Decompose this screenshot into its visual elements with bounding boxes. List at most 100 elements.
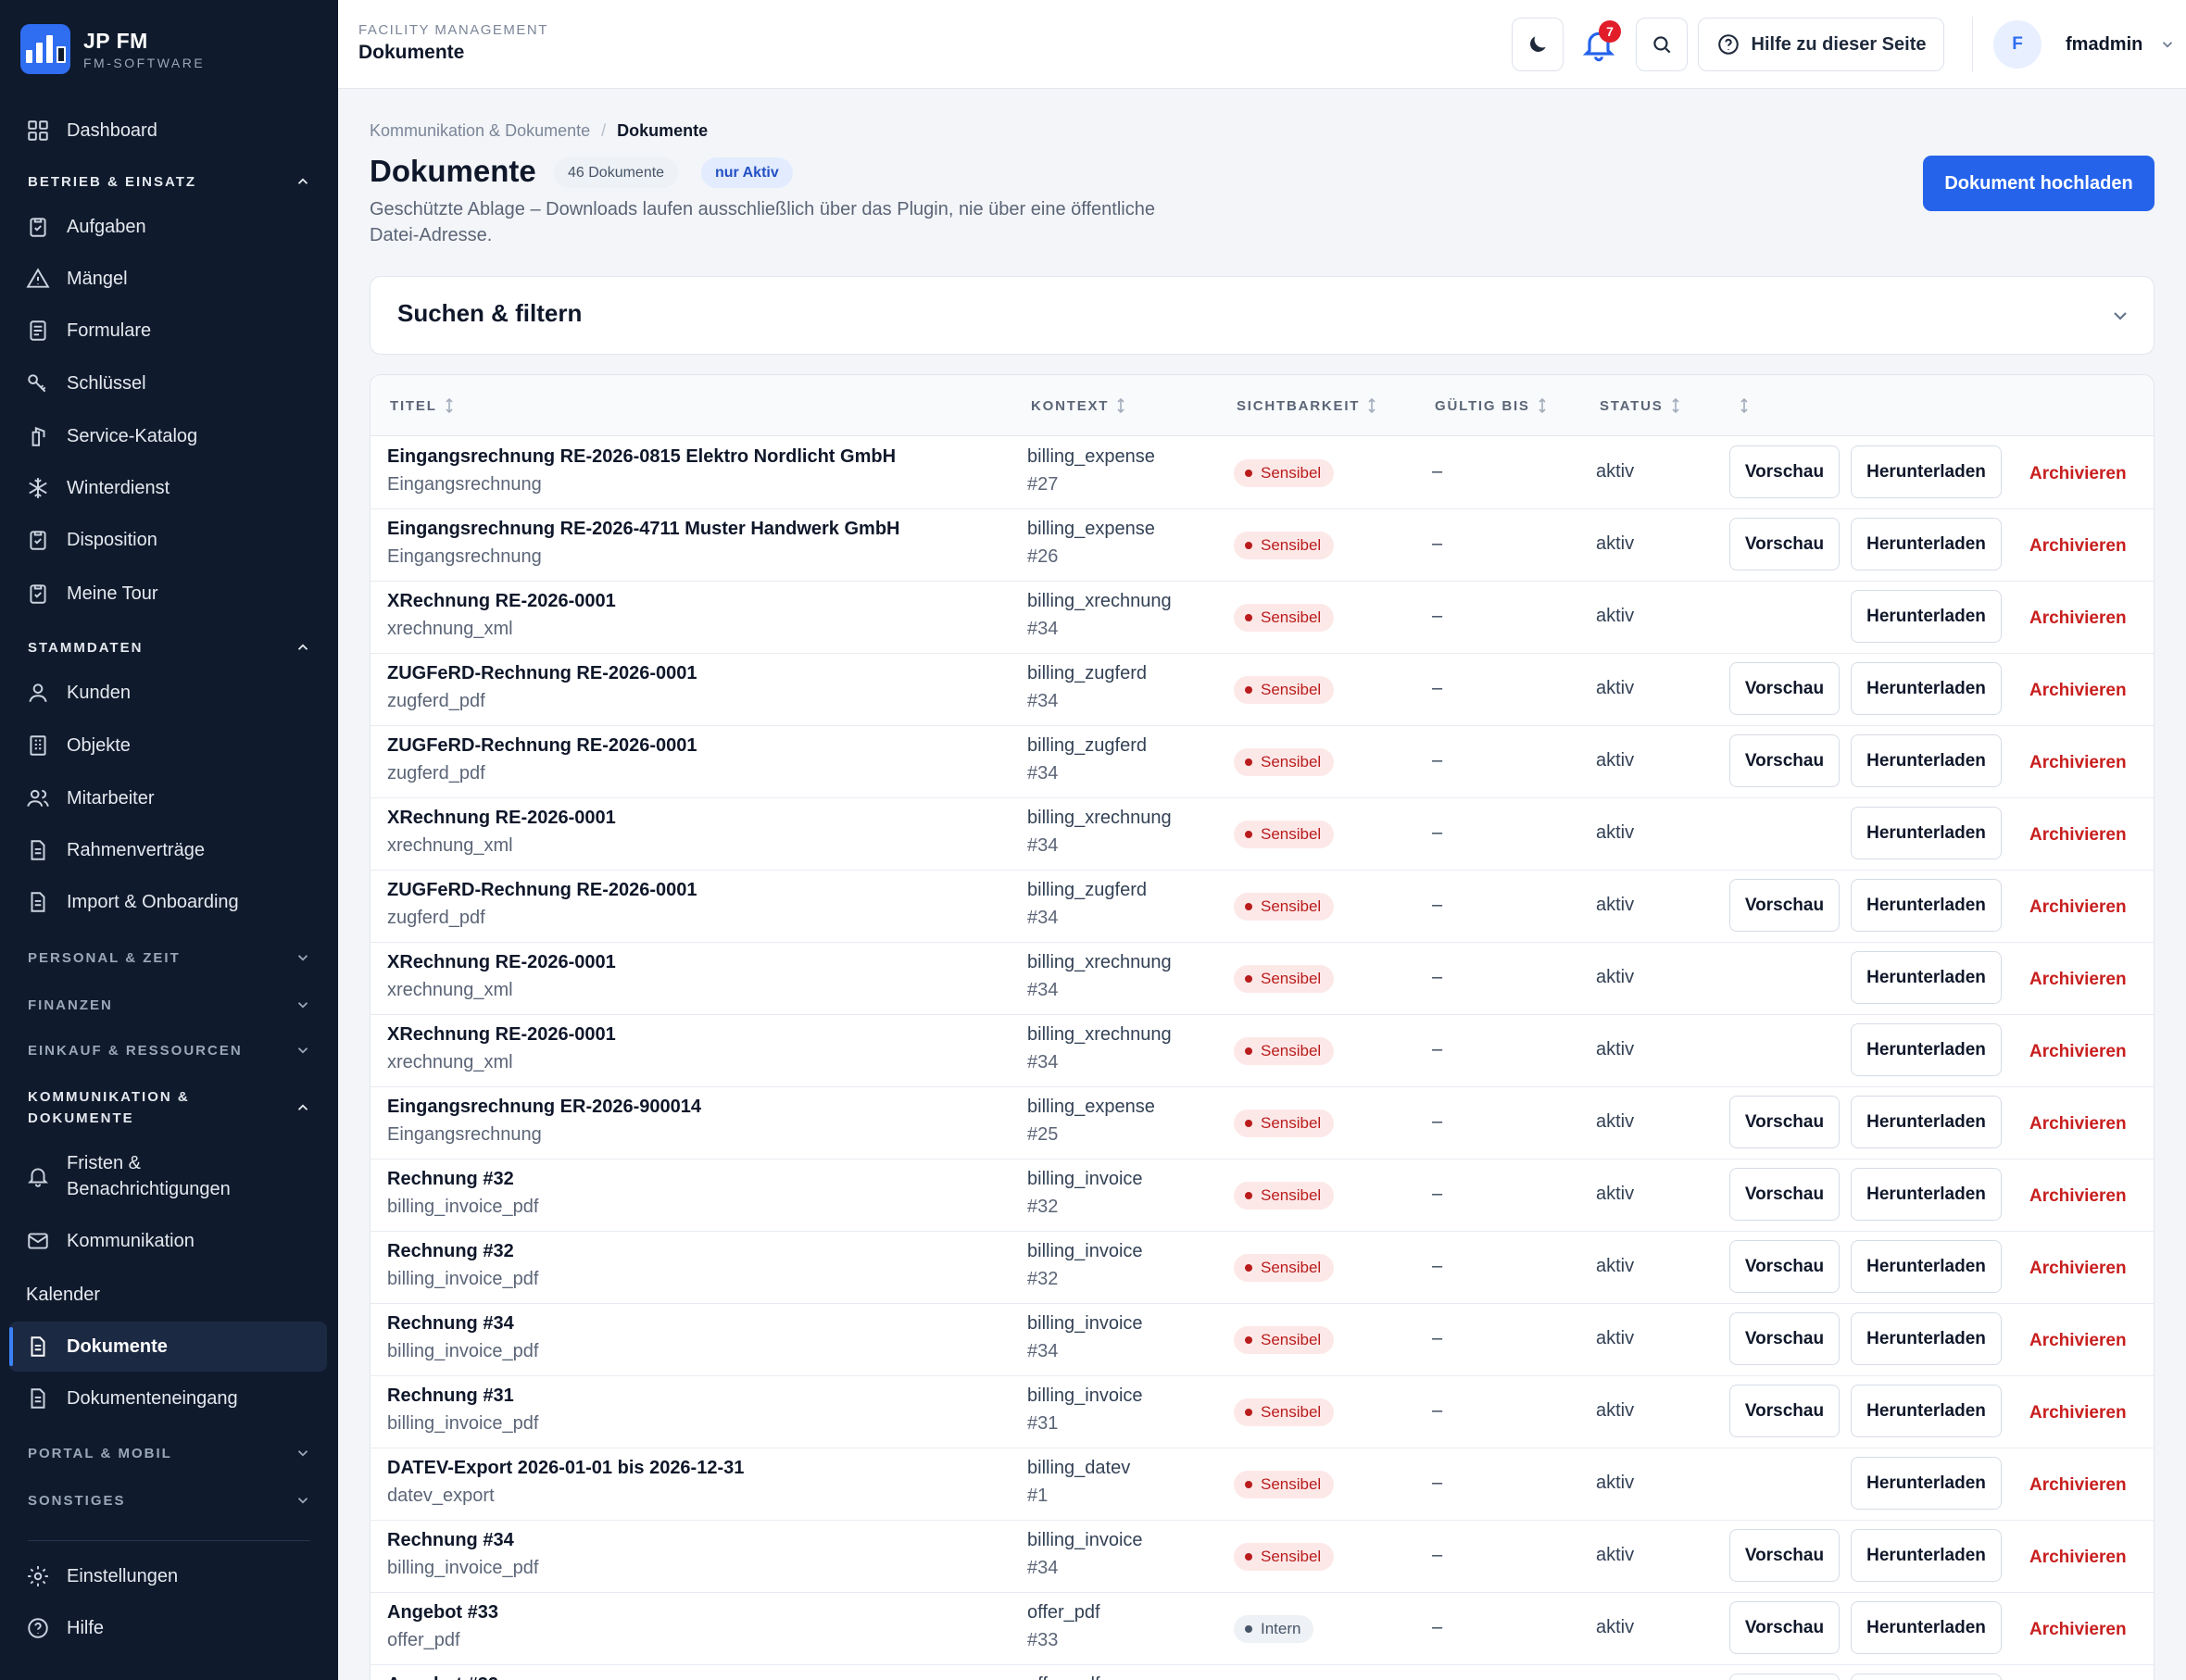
table-row[interactable]: Rechnung #32 billing_invoice_pdf billing_i… — [371, 1232, 2154, 1304]
download-button[interactable]: Herunterladen — [1851, 445, 2002, 498]
table-row[interactable]: Eingangsrechnung RE-2026-4711 Muster Han… — [371, 509, 2154, 582]
preview-button[interactable]: Vorschau — [1729, 518, 1840, 570]
user-menu[interactable]: F fmadmin — [1993, 20, 2176, 69]
download-button[interactable]: Herunterladen — [1851, 1312, 2002, 1365]
document-title[interactable]: XRechnung RE-2026-0001 — [387, 591, 616, 612]
table-row[interactable]: Angebot #32offer_pdfoffer_pdf#32Intern–a… — [371, 1665, 2154, 1680]
sidebar-item-kommunikation[interactable]: Kommunikation — [9, 1216, 327, 1266]
preview-button[interactable]: Vorschau — [1729, 662, 1840, 715]
download-button[interactable]: Herunterladen — [1851, 518, 2002, 570]
archive-button[interactable]: Archivieren — [2029, 1331, 2127, 1351]
download-button[interactable]: Herunterladen — [1851, 879, 2002, 932]
document-title[interactable]: Rechnung #32 — [387, 1169, 514, 1190]
preview-button[interactable]: Vorschau — [1729, 1601, 1840, 1654]
archive-button[interactable]: Archivieren — [2029, 897, 2127, 918]
sidebar-item-schluessel[interactable]: Schlüssel — [9, 358, 327, 408]
download-button[interactable]: Herunterladen — [1851, 1457, 2002, 1510]
section-sonstiges[interactable]: SONSTIGES — [28, 1492, 311, 1509]
sidebar-item-winterdienst[interactable]: Winterdienst — [9, 463, 327, 513]
brand[interactable]: JP FM FM-SOFTWARE — [20, 24, 205, 74]
download-button[interactable]: Herunterladen — [1851, 1023, 2002, 1076]
archive-button[interactable]: Archivieren — [2029, 536, 2127, 557]
sidebar-item-objekte[interactable]: Objekte — [9, 721, 327, 771]
download-button[interactable]: Herunterladen — [1851, 590, 2002, 643]
archive-button[interactable]: Archivieren — [2029, 1475, 2127, 1496]
sidebar-item-maengel[interactable]: Mängel — [9, 254, 327, 304]
sidebar-item-aufgaben[interactable]: Aufgaben — [9, 202, 327, 252]
table-row[interactable]: ZUGFeRD-Rechnung RE-2026-0001 zugferd_pdf… — [371, 654, 2154, 726]
sidebar-item-dokumente[interactable]: Dokumente — [9, 1322, 327, 1372]
column-header-kontext[interactable]: KONTEXT — [1031, 397, 1125, 414]
sidebar-item-hilfe[interactable]: Hilfe — [9, 1603, 327, 1653]
column-header-gueltig-bis[interactable]: GÜLTIG BIS — [1435, 397, 1547, 414]
section-stammdaten[interactable]: STAMMDATEN — [28, 639, 311, 656]
notifications-button[interactable]: 7 — [1573, 19, 1625, 70]
document-title[interactable]: XRechnung RE-2026-0001 — [387, 952, 616, 973]
download-button[interactable]: Herunterladen — [1851, 662, 2002, 715]
sidebar-item-dashboard[interactable]: Dashboard — [9, 106, 327, 156]
table-row[interactable]: Angebot #33 offer_pdf offer_pdf #33 Intern – a… — [371, 1593, 2154, 1665]
table-row[interactable]: ZUGFeRD-Rechnung RE-2026-0001 zugferd_pdf… — [371, 871, 2154, 943]
sidebar-item-service-katalog[interactable]: Service-Katalog — [9, 411, 327, 461]
archive-button[interactable]: Archivieren — [2029, 608, 2127, 629]
document-title[interactable]: Eingangsrechnung ER-2026-900014 — [387, 1097, 701, 1118]
archive-button[interactable]: Archivieren — [2029, 1620, 2127, 1640]
sidebar-item-kalender[interactable]: Kalender — [9, 1270, 327, 1320]
sidebar-item-meine-tour[interactable]: Meine Tour — [9, 569, 327, 619]
document-title[interactable]: Rechnung #31 — [387, 1385, 514, 1407]
document-title[interactable]: Angebot #32 — [387, 1674, 498, 1680]
sidebar-item-mitarbeiter[interactable]: Mitarbeiter — [9, 773, 327, 823]
table-row[interactable]: XRechnung RE-2026-0001 xrechnung_xml billi… — [371, 1015, 2154, 1087]
table-row[interactable]: Eingangsrechnung ER-2026-900014 Eingangsr… — [371, 1087, 2154, 1160]
sidebar-item-rahmenvertraege[interactable]: Rahmenverträge — [9, 825, 327, 875]
dark-mode-toggle[interactable] — [1512, 18, 1564, 71]
archive-button[interactable]: Archivieren — [2029, 970, 2127, 990]
download-button[interactable]: Herunterladen — [1851, 734, 2002, 787]
column-header-titel[interactable]: TITEL — [390, 397, 454, 414]
preview-button[interactable]: Vorschau — [1729, 1312, 1840, 1365]
section-einkauf-ressourcen[interactable]: EINKAUF & RESSOURCEN — [28, 1042, 311, 1059]
table-row[interactable]: Eingangsrechnung RE-2026-0815 Elektro No… — [371, 437, 2154, 509]
upload-document-button[interactable]: Dokument hochladen — [1923, 156, 2155, 211]
search-filter-panel[interactable]: Suchen & filtern — [370, 276, 2155, 355]
download-button[interactable]: Herunterladen — [1851, 1168, 2002, 1221]
page-help-button[interactable]: Hilfe zu dieser Seite — [1698, 18, 1944, 71]
document-title[interactable]: XRechnung RE-2026-0001 — [387, 1024, 616, 1046]
archive-button[interactable]: Archivieren — [2029, 825, 2127, 846]
preview-button[interactable]: Vorschau — [1729, 1674, 1840, 1680]
search-button[interactable] — [1636, 18, 1688, 71]
download-button[interactable]: Herunterladen — [1851, 1385, 2002, 1437]
archive-button[interactable]: Archivieren — [2029, 1186, 2127, 1207]
preview-button[interactable]: Vorschau — [1729, 445, 1840, 498]
document-title[interactable]: Rechnung #34 — [387, 1530, 514, 1551]
table-row[interactable]: XRechnung RE-2026-0001 xrechnung_xml billi… — [371, 943, 2154, 1015]
archive-button[interactable]: Archivieren — [2029, 753, 2127, 773]
sidebar-item-einstellungen[interactable]: Einstellungen — [9, 1551, 327, 1601]
download-button[interactable]: Herunterladen — [1851, 1601, 2002, 1654]
document-title[interactable]: ZUGFeRD-Rechnung RE-2026-0001 — [387, 735, 697, 757]
document-title[interactable]: Eingangsrechnung RE-2026-0815 Elektro No… — [387, 446, 896, 468]
column-header-sichtbarkeit[interactable]: SICHTBARKEIT — [1237, 397, 1376, 414]
sidebar-item-formulare[interactable]: Formulare — [9, 306, 327, 356]
preview-button[interactable]: Vorschau — [1729, 1096, 1840, 1148]
section-betrieb[interactable]: BETRIEB & EINSATZ — [28, 173, 311, 190]
section-finanzen[interactable]: FINANZEN — [28, 997, 311, 1013]
section-portal-mobil[interactable]: PORTAL & MOBIL — [28, 1445, 311, 1461]
preview-button[interactable]: Vorschau — [1729, 1385, 1840, 1437]
sidebar-item-kunden[interactable]: Kunden — [9, 668, 327, 718]
table-row[interactable]: Rechnung #34 billing_invoice_pdf billing_i… — [371, 1304, 2154, 1376]
sidebar-item-disposition[interactable]: Disposition — [9, 515, 327, 565]
download-button[interactable]: Herunterladen — [1851, 807, 2002, 859]
section-kommunikation-dokumente[interactable]: KOMMUNIKATION & DOKUMENTE — [28, 1086, 311, 1129]
archive-button[interactable]: Archivieren — [2029, 1042, 2127, 1062]
table-row[interactable]: XRechnung RE-2026-0001 xrechnung_xml billi… — [371, 582, 2154, 654]
table-row[interactable]: Rechnung #34 billing_invoice_pdf billing_i… — [371, 1521, 2154, 1593]
document-title[interactable]: Rechnung #32 — [387, 1241, 514, 1262]
archive-button[interactable]: Archivieren — [2029, 1403, 2127, 1423]
sidebar-item-dokumenteneingang[interactable]: Dokumenteneingang — [9, 1373, 327, 1423]
archive-button[interactable]: Archivieren — [2029, 1259, 2127, 1279]
table-row[interactable]: Rechnung #31 billing_invoice_pdf billing_i… — [371, 1376, 2154, 1448]
preview-button[interactable]: Vorschau — [1729, 1529, 1840, 1582]
document-title[interactable]: XRechnung RE-2026-0001 — [387, 808, 616, 829]
download-button[interactable]: Herunterladen — [1851, 1529, 2002, 1582]
